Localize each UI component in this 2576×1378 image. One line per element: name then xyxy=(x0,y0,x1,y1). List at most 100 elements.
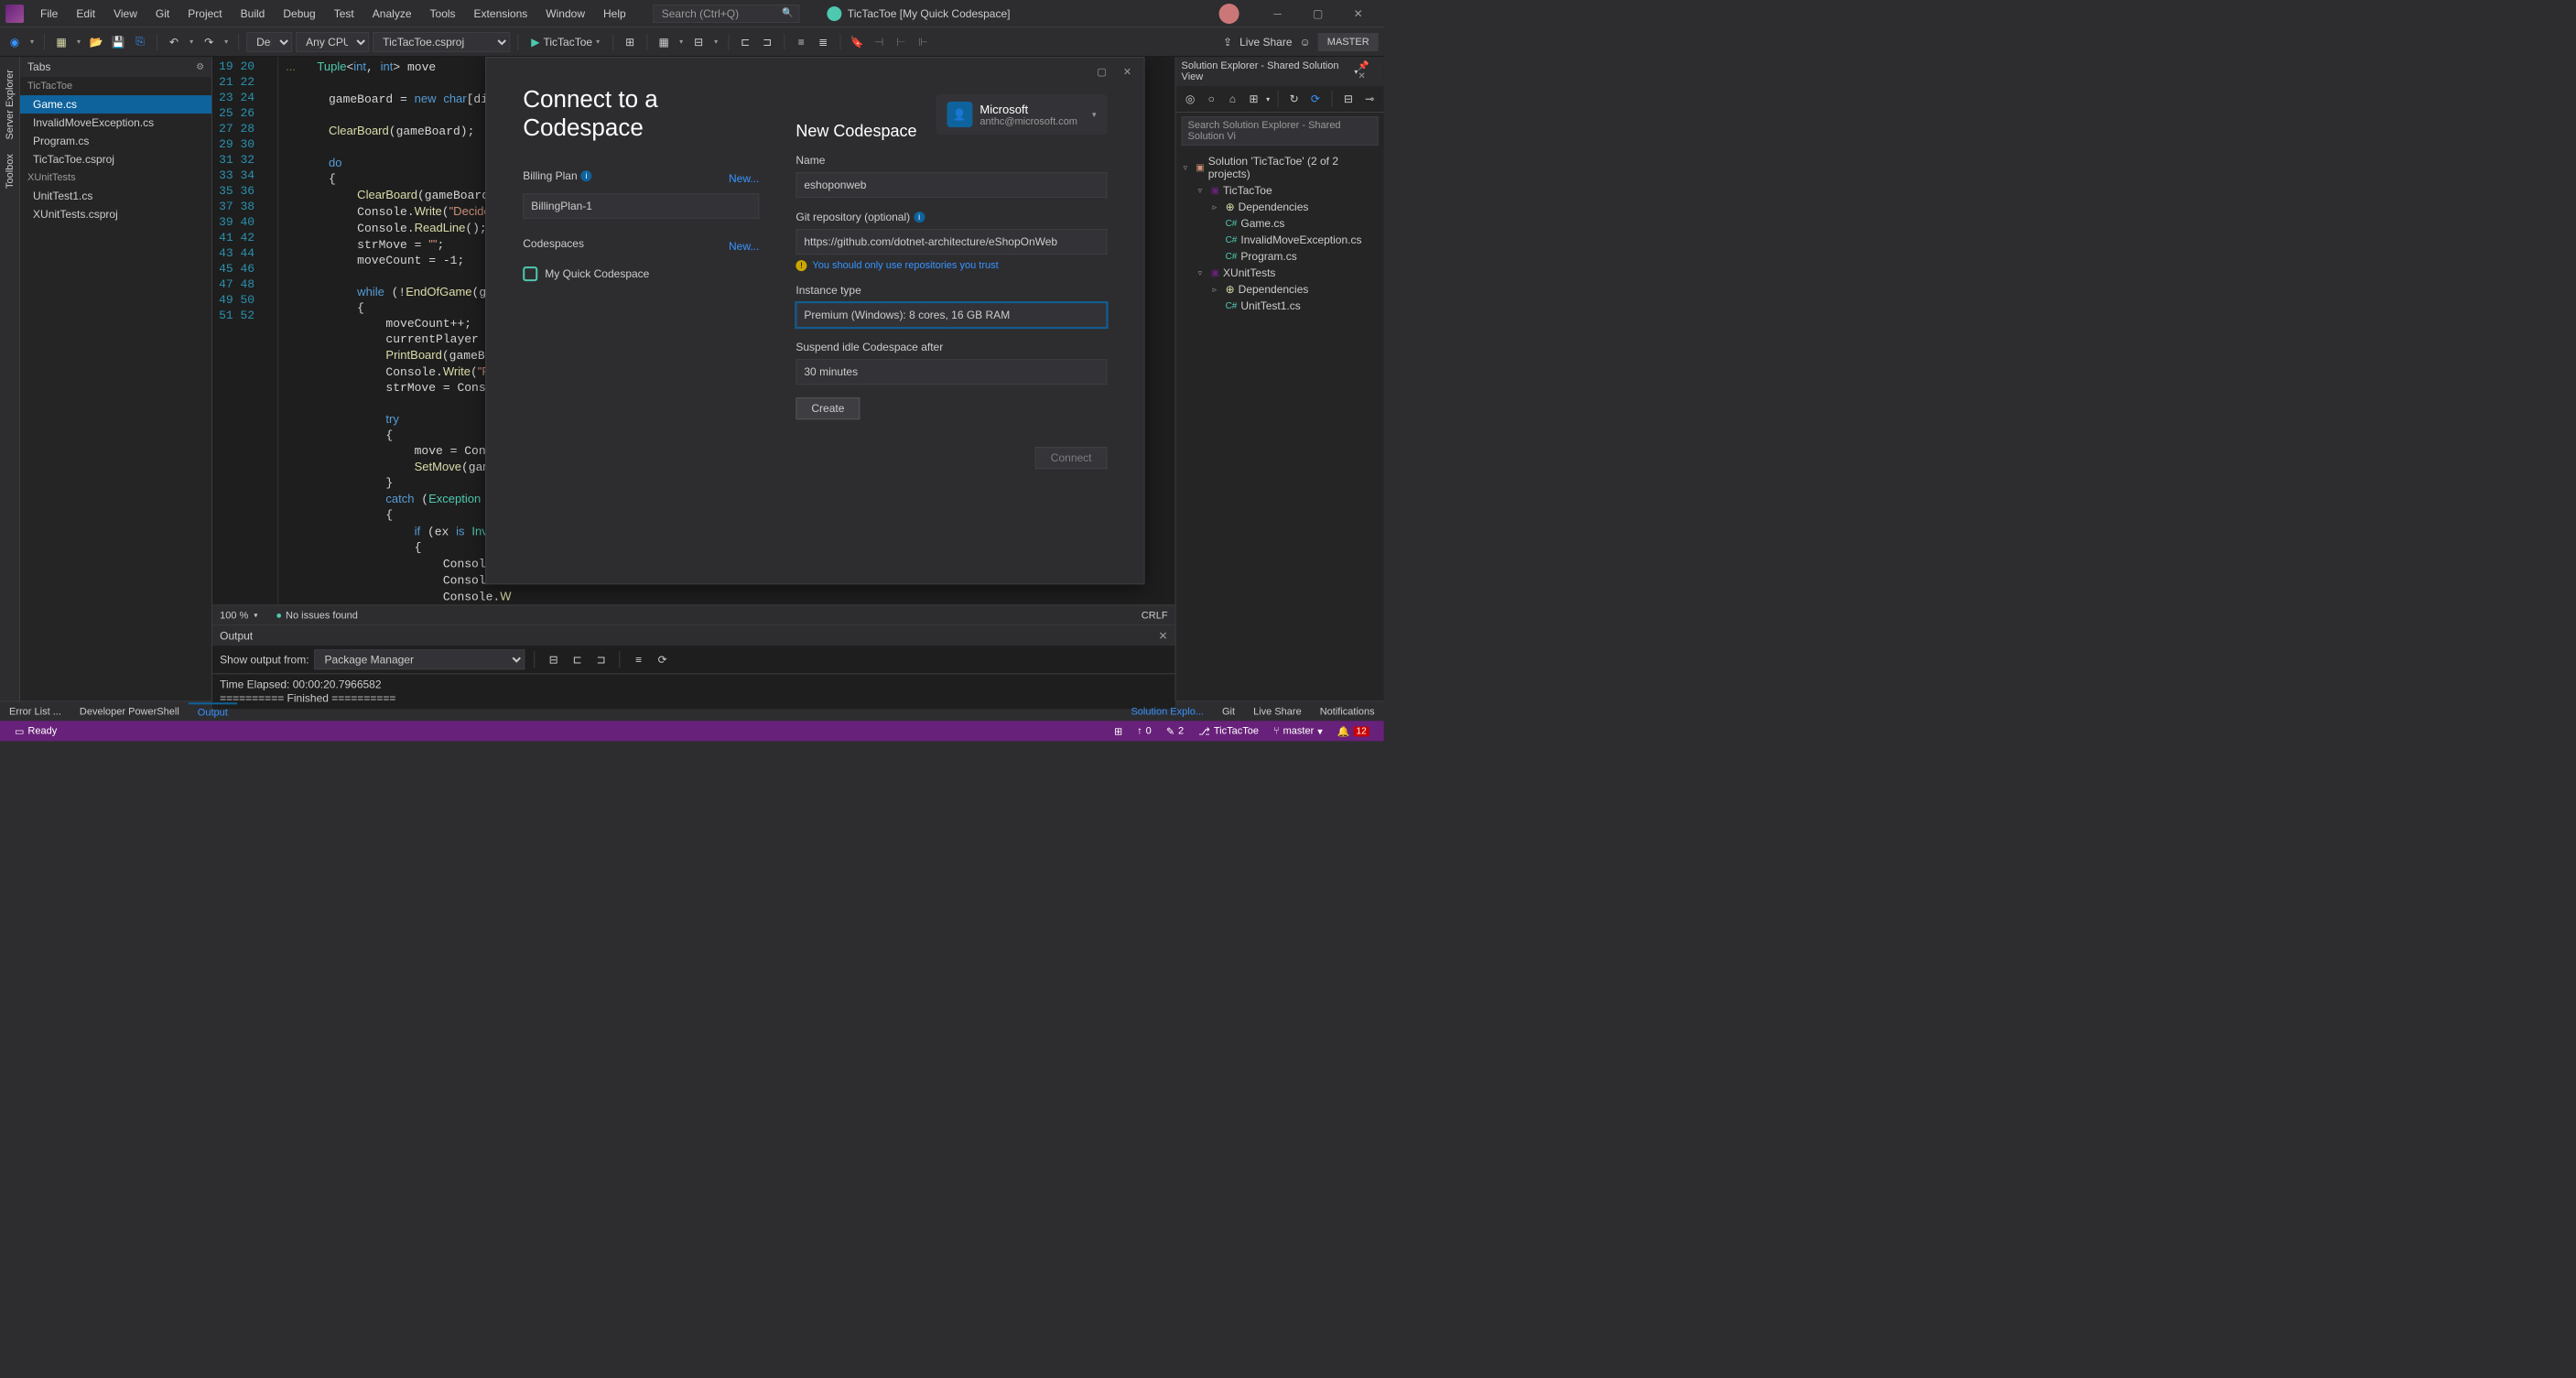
tb-icon-5[interactable]: ⊐ xyxy=(758,33,776,51)
source-control-icon[interactable]: ⊞ xyxy=(1107,725,1130,737)
git-input[interactable] xyxy=(796,229,1107,255)
se-icon-4[interactable]: ⊞ xyxy=(1245,90,1262,108)
out-icon-2[interactable]: ⊏ xyxy=(568,650,587,668)
minimize-button[interactable]: ─ xyxy=(1258,1,1298,27)
menu-edit[interactable]: Edit xyxy=(67,4,104,24)
search-input[interactable]: Search (Ctrl+Q) xyxy=(654,5,800,23)
tb-icon-1[interactable]: ⊞ xyxy=(621,33,639,51)
master-button[interactable]: MASTER xyxy=(1318,33,1379,51)
platform-select[interactable]: Any CPU xyxy=(296,32,369,52)
menu-file[interactable]: File xyxy=(31,4,67,24)
pin-icon[interactable]: ⚙ xyxy=(196,62,204,72)
repo-name[interactable]: ⎇ TicTacToe xyxy=(1191,725,1266,737)
tb-icon-10[interactable]: ⊩ xyxy=(914,33,932,51)
connect-button[interactable]: Connect xyxy=(1035,447,1108,469)
tab-game-cs[interactable]: Game.cs xyxy=(20,95,211,114)
tab-invalidmove-cs[interactable]: InvalidMoveException.cs xyxy=(20,114,211,132)
new-dropdown-icon[interactable]: ▦ xyxy=(52,33,70,51)
tab-git[interactable]: Git xyxy=(1213,703,1244,720)
account-dropdown-icon[interactable]: ▾ xyxy=(1092,110,1097,120)
sln-node[interactable]: ▿▣Solution 'TicTacToe' (2 of 2 projects) xyxy=(1176,153,1384,182)
out-icon-5[interactable]: ⟳ xyxy=(654,650,672,668)
maximize-button[interactable]: ▢ xyxy=(1298,1,1338,27)
tb-icon-2[interactable]: ▦ xyxy=(655,33,673,51)
codespaces-new-link[interactable]: New... xyxy=(729,240,759,253)
name-input[interactable] xyxy=(796,172,1107,198)
edit-count[interactable]: ✎ 2 xyxy=(1159,725,1191,737)
tab-dev-powershell[interactable]: Developer PowerShell xyxy=(70,703,189,720)
undo-icon[interactable]: ↶ xyxy=(165,33,183,51)
user-avatar[interactable] xyxy=(1219,4,1239,24)
output-close-icon[interactable]: ✕ xyxy=(1158,629,1167,642)
menu-build[interactable]: Build xyxy=(232,4,275,24)
tab-error-list[interactable]: Error List ... xyxy=(0,703,70,720)
tab-output[interactable]: Output xyxy=(189,702,237,721)
instance-select[interactable]: Premium (Windows): 8 cores, 16 GB RAM xyxy=(796,302,1107,328)
redo-icon[interactable]: ↷ xyxy=(200,33,218,51)
proj-tictactoe[interactable]: ▿▣TicTacToe xyxy=(1176,182,1384,199)
create-button[interactable]: Create xyxy=(796,397,860,419)
file-game-cs[interactable]: C#Game.cs xyxy=(1176,215,1384,232)
bookmark-icon[interactable]: 🔖 xyxy=(848,33,866,51)
menu-extensions[interactable]: Extensions xyxy=(465,4,537,24)
proj-xunit[interactable]: ▿▣XUnitTests xyxy=(1176,265,1384,281)
fold-margin[interactable] xyxy=(265,57,278,604)
tb-icon-3[interactable]: ⊟ xyxy=(689,33,708,51)
se-fwd-icon[interactable]: ○ xyxy=(1203,90,1220,108)
se-back-icon[interactable]: ◎ xyxy=(1182,90,1199,108)
billing-select[interactable]: BillingPlan-1 xyxy=(523,193,759,219)
tb-icon-6[interactable]: ≡ xyxy=(792,33,810,51)
feedback-icon[interactable]: ☺ xyxy=(1300,36,1311,49)
modal-close-button[interactable]: ✕ xyxy=(1117,63,1139,80)
file-program-cs[interactable]: C#Program.cs xyxy=(1176,248,1384,265)
out-icon-1[interactable]: ⊟ xyxy=(545,650,563,668)
project-select[interactable]: TicTacToe.csproj xyxy=(373,32,510,52)
solexp-pin-icon[interactable]: 📌 ✕ xyxy=(1358,61,1378,81)
info-icon[interactable]: i xyxy=(581,170,592,181)
issues-status[interactable]: ●No issues found xyxy=(276,610,358,621)
close-button[interactable]: ✕ xyxy=(1338,1,1379,27)
solexp-search[interactable]: Search Solution Explorer - Shared Soluti… xyxy=(1182,116,1379,146)
menu-git[interactable]: Git xyxy=(146,4,179,24)
open-icon[interactable]: 📂 xyxy=(87,33,105,51)
menu-view[interactable]: View xyxy=(104,4,146,24)
menu-tools[interactable]: Tools xyxy=(421,4,465,24)
menu-test[interactable]: Test xyxy=(325,4,363,24)
tb-icon-4[interactable]: ⊏ xyxy=(736,33,754,51)
file-unittest1-cs[interactable]: C#UnitTest1.cs xyxy=(1176,298,1384,314)
liveshare-label[interactable]: Live Share xyxy=(1239,36,1292,49)
suspend-select[interactable]: 30 minutes xyxy=(796,359,1107,385)
codespace-item[interactable]: My Quick Codespace xyxy=(523,261,759,287)
server-explorer-tab[interactable]: Server Explorer xyxy=(3,64,17,145)
tab-program-cs[interactable]: Program.cs xyxy=(20,132,211,150)
tab-notifications[interactable]: Notifications xyxy=(1311,703,1384,720)
tb-icon-9[interactable]: ⊢ xyxy=(892,33,910,51)
back-button[interactable]: ◉ xyxy=(5,33,24,51)
tab-live-share[interactable]: Live Share xyxy=(1244,703,1311,720)
branch-name[interactable]: ⑂ master ▾ xyxy=(1266,725,1330,737)
se-sync-icon[interactable]: ⟳ xyxy=(1306,90,1324,108)
config-select[interactable]: Debug xyxy=(246,32,292,52)
tab-csproj[interactable]: TicTacToe.csproj xyxy=(20,150,211,168)
se-prop-icon[interactable]: ⊸ xyxy=(1361,90,1379,108)
start-button[interactable]: ▶TicTacToe ▾ xyxy=(525,34,605,50)
tab-solution-explorer[interactable]: Solution Explo... xyxy=(1121,703,1213,720)
save-all-icon[interactable]: ⎘ xyxy=(131,33,149,51)
tab-unittest1-cs[interactable]: UnitTest1.cs xyxy=(20,187,211,205)
billing-new-link[interactable]: New... xyxy=(729,172,759,185)
menu-window[interactable]: Window xyxy=(536,4,594,24)
tb-icon-8[interactable]: ⊣ xyxy=(870,33,888,51)
out-icon-4[interactable]: ≡ xyxy=(630,650,648,668)
menu-analyze[interactable]: Analyze xyxy=(363,4,421,24)
output-content[interactable]: Time Elapsed: 00:00:20.7966582 =========… xyxy=(212,674,1174,709)
out-icon-3[interactable]: ⊐ xyxy=(592,650,611,668)
output-source-select[interactable]: Package Manager xyxy=(315,649,525,669)
dep-xunit[interactable]: ▹⊕Dependencies xyxy=(1176,281,1384,298)
toolbox-tab[interactable]: Toolbox xyxy=(3,148,17,194)
menu-project[interactable]: Project xyxy=(179,4,231,24)
tab-xunit-csproj[interactable]: XUnitTests.csproj xyxy=(20,205,211,223)
account-card[interactable]: 👤 Microsoft anthc@microsoft.com ▾ xyxy=(936,94,1107,135)
liveshare-icon[interactable]: ⇪ xyxy=(1223,36,1232,49)
dep-tictactoe[interactable]: ▹⊕Dependencies xyxy=(1176,199,1384,215)
back-dropdown[interactable]: ▾ xyxy=(27,38,37,46)
